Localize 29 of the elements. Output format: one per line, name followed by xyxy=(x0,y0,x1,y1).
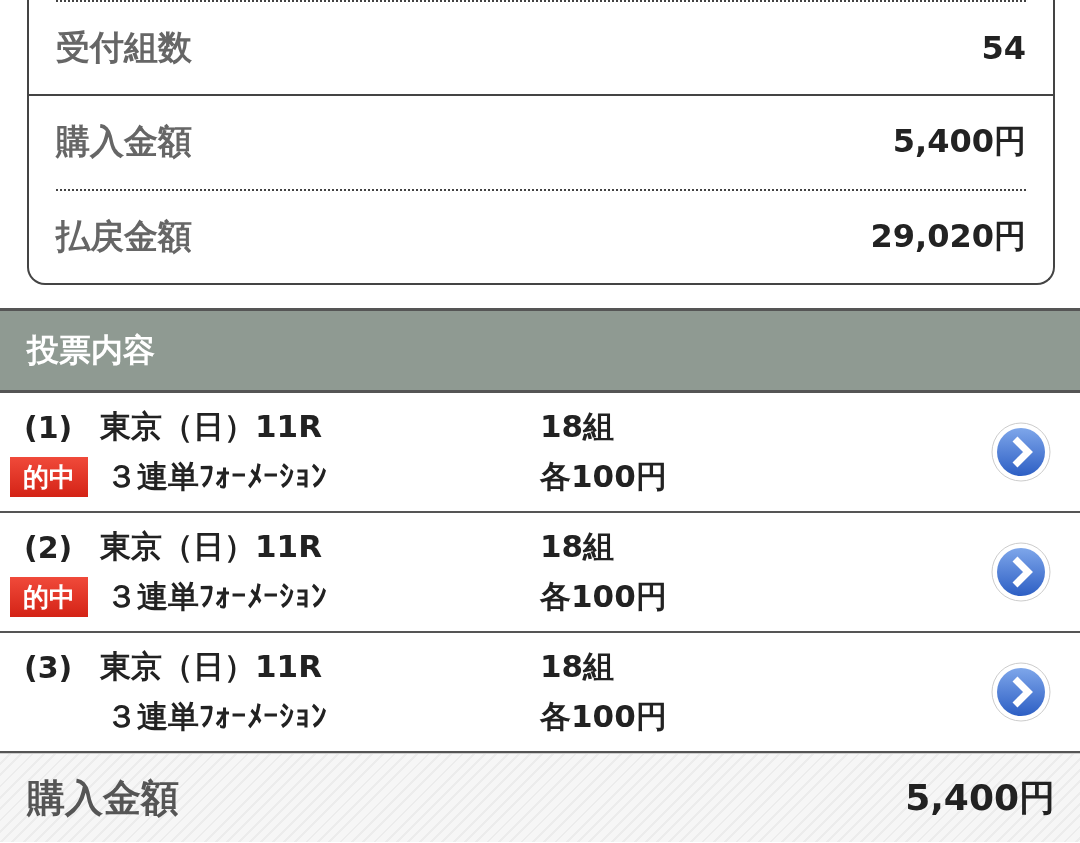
stake-amount: 各100円 xyxy=(540,697,668,736)
hit-badge: 的中 xyxy=(10,457,88,497)
chevron-right-icon[interactable] xyxy=(990,541,1052,603)
race-name: 東京（日）11R xyxy=(100,407,323,446)
bet-type: ３連単ﾌｫｰﾒｰｼｮﾝ xyxy=(105,697,328,736)
stake-amount: 各100円 xyxy=(540,457,668,496)
race-name: 東京（日）11R xyxy=(100,527,323,566)
summary-value: 54 xyxy=(981,29,1026,68)
summary-value: 29,020円 xyxy=(870,215,1026,257)
total-label: 購入金額 xyxy=(27,774,179,822)
chevron-right-icon[interactable] xyxy=(990,661,1052,723)
summary-label: 購入金額 xyxy=(56,120,192,164)
combination-count: 18組 xyxy=(540,647,616,686)
section-title: 投票内容 xyxy=(27,329,155,371)
combination-count: 18組 xyxy=(540,407,616,446)
summary-label: 受付組数 xyxy=(56,26,192,70)
summary-label: 払戻金額 xyxy=(56,214,192,258)
total-value: 5,400円 xyxy=(905,775,1055,820)
summary-value: 5,400円 xyxy=(892,121,1026,163)
race-name: 東京（日）11R xyxy=(100,647,323,686)
chevron-right-icon[interactable] xyxy=(990,421,1052,483)
stake-amount: 各100円 xyxy=(540,577,668,616)
bet-number: (2) xyxy=(23,529,74,565)
bet-type: ３連単ﾌｫｰﾒｰｼｮﾝ xyxy=(105,457,328,496)
hit-badge: 的中 xyxy=(10,577,88,617)
combination-count: 18組 xyxy=(540,527,616,566)
bet-number: (1) xyxy=(23,409,74,445)
bet-number: (3) xyxy=(23,649,74,685)
bet-type: ３連単ﾌｫｰﾒｰｼｮﾝ xyxy=(105,577,328,616)
